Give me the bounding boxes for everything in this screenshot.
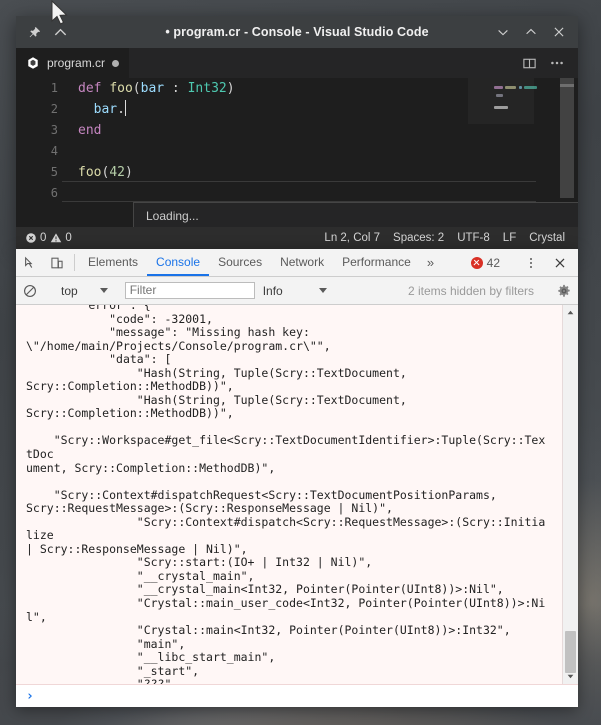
code-token: : [164,81,188,96]
tab-performance[interactable]: Performance [333,249,420,276]
devtools-tabbar: Elements Console Sources Network Performance… [16,249,578,277]
line-number: 3 [50,123,58,137]
tab-console[interactable]: Console [147,249,210,276]
problems-errors[interactable]: 0 [25,232,46,244]
code-line[interactable]: 4 [16,141,578,162]
tab-sources[interactable]: Sources [209,249,271,276]
warning-count: 0 [65,232,72,244]
line-number: 2 [50,102,58,116]
status-eol[interactable]: LF [503,232,516,244]
more-options-icon[interactable] [517,256,544,270]
error-circle-icon [26,233,36,243]
line-number: 4 [50,144,58,158]
more-actions-icon[interactable] [545,51,569,75]
code-line[interactable]: 5 foo(42) [16,162,578,183]
vscode-window: • program.cr - Console - Visual Studio C… [16,16,578,249]
suggestion-loading-label: Loading... [146,209,199,223]
device-toolbar-icon[interactable] [43,249,70,276]
close-devtools-icon[interactable] [546,256,573,270]
console-scrollbar[interactable] [562,305,578,684]
execution-context-dropdown[interactable]: top [53,284,116,298]
code-token: 42 [109,165,125,180]
suggestion-widget[interactable]: Loading... [133,202,578,227]
warning-triangle-icon [51,233,62,243]
tab-elements[interactable]: Elements [79,249,147,276]
hidden-items-note: 2 items hidden by filters [407,283,534,298]
scroll-up-arrow-icon[interactable] [563,305,578,320]
code-text[interactable]: foo(42) [70,162,133,183]
prompt-chevron-icon: › [26,688,34,704]
console-prompt[interactable]: › [16,685,578,707]
code-token: end [78,123,102,138]
unsaved-dot-icon [112,59,120,67]
tab-label: program.cr [47,56,106,70]
tab-network[interactable]: Network [271,249,333,276]
line-number: 5 [50,165,58,179]
gear-icon[interactable] [550,284,578,298]
console-output[interactable]: "error": { "code": -32001, "message": "M… [16,305,578,685]
code-text[interactable]: end [70,120,101,141]
error-count: 0 [40,232,47,244]
status-indentation[interactable]: Spaces: 2 [393,232,444,244]
devtools-panel: Elements Console Sources Network Performance… [16,249,578,707]
console-log-message: "error": { "code": -32001, "message": "M… [26,305,546,685]
code-token: ) [226,81,235,96]
scroll-down-arrow-icon[interactable] [563,669,578,684]
code-token: bar [93,102,118,117]
code-token: . [117,102,125,117]
log-level-value: Info [262,283,283,298]
code-token: ( [132,81,141,96]
code-text[interactable]: bar. [70,99,127,120]
toolbar-divider [74,254,75,271]
editor-tabbar: program.cr [16,48,578,78]
window-titlebar: • program.cr - Console - Visual Studio C… [16,16,578,48]
close-button[interactable] [546,19,572,45]
console-filter-input[interactable] [124,282,255,299]
line-number: 1 [50,81,58,95]
clear-console-icon[interactable] [16,284,44,298]
code-token: def [78,81,110,96]
editor-statusbar: 0 0 Ln 2, Col 7 Spaces: 2 UTF-8 LF Cryst… [16,227,578,249]
text-caret [124,100,127,116]
console-filterbar: top Info 2 items hidden by filters [16,277,578,305]
inspect-element-icon[interactable] [16,249,43,276]
console-scroll-thumb[interactable] [565,631,576,673]
error-circle-icon [470,256,483,269]
code-line[interactable]: 6 [16,183,578,204]
chevron-down-icon [99,288,108,293]
code-token: ) [124,165,133,180]
maximize-button[interactable] [518,19,544,45]
execution-context-value: top [61,283,78,298]
status-encoding[interactable]: UTF-8 [457,232,490,244]
code-token: foo [109,81,133,96]
code-line[interactable]: 1 def foo(bar : Int32) [16,78,578,99]
crystal-file-icon [28,57,38,69]
status-language-mode[interactable]: Crystal [529,232,565,244]
minimize-button[interactable] [490,19,516,45]
code-token: bar [140,81,165,96]
chevron-down-icon [318,288,327,293]
tab-program-cr[interactable]: program.cr [16,48,130,78]
error-badge[interactable]: 42 [467,256,504,270]
code-token: Int32 [187,81,227,96]
problems-warnings[interactable]: 0 [50,232,72,244]
more-tabs-icon[interactable]: » [420,249,441,276]
error-badge-count: 42 [486,255,500,270]
code-line[interactable]: 3 end [16,120,578,141]
line-number: 6 [50,186,58,200]
code-editor[interactable]: 1 def foo(bar : Int32) 2 bar. 3 end 4 5 foo(42)… [16,78,578,227]
log-level-dropdown[interactable]: Info [255,284,335,298]
code-token: foo [78,165,102,180]
status-cursor-position[interactable]: Ln 2, Col 7 [324,232,380,244]
code-text[interactable]: def foo(bar : Int32) [70,78,235,99]
pin-icon[interactable] [22,20,46,44]
code-line[interactable]: 2 bar. [16,99,578,120]
split-editor-icon[interactable] [517,51,541,75]
mouse-cursor [51,0,68,25]
